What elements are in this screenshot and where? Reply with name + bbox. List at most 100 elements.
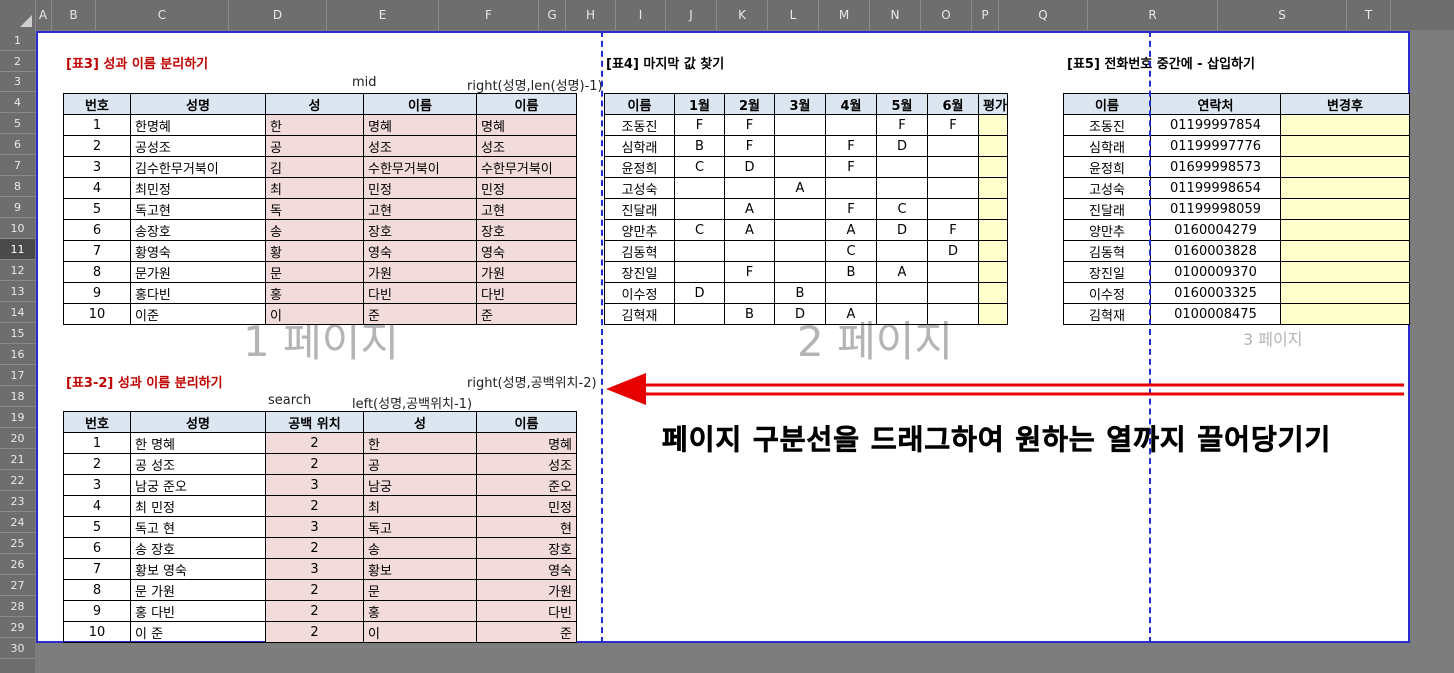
- row-header-28[interactable]: 28: [0, 596, 35, 617]
- row-header-3[interactable]: 3: [0, 72, 35, 92]
- table4-cell[interactable]: D: [927, 240, 979, 262]
- table3-cell[interactable]: 수한무거북이: [476, 156, 577, 178]
- table3-2-cell[interactable]: 3: [265, 474, 364, 496]
- table5-cell[interactable]: 01199997854: [1150, 114, 1281, 136]
- table4-cell[interactable]: [978, 303, 1008, 325]
- table3-cell[interactable]: 송: [265, 219, 364, 241]
- table3-cell[interactable]: 고현: [476, 198, 577, 220]
- table5-cell[interactable]: 김동혁: [1063, 240, 1151, 262]
- column-header-k[interactable]: K: [717, 0, 768, 30]
- row-header-16[interactable]: 16: [0, 344, 35, 365]
- column-header-e[interactable]: E: [327, 0, 439, 30]
- table5-cell[interactable]: [1280, 156, 1410, 178]
- row-header-27[interactable]: 27: [0, 575, 35, 596]
- table3-cell[interactable]: 성조: [476, 135, 577, 157]
- table4-cell[interactable]: [774, 219, 826, 241]
- table3-cell[interactable]: 수한무거북이: [363, 156, 477, 178]
- row-header-5[interactable]: 5: [0, 113, 35, 134]
- table3-2-cell[interactable]: 이: [363, 621, 477, 643]
- table3-2-cell[interactable]: 최 민정: [130, 495, 266, 517]
- table4-cell[interactable]: 김혁재: [604, 303, 675, 325]
- table4-header-cell[interactable]: 3월: [774, 93, 826, 115]
- table4-cell[interactable]: [674, 177, 725, 199]
- table3-cell[interactable]: 고현: [363, 198, 477, 220]
- select-all-corner[interactable]: [0, 0, 36, 30]
- table4-cell[interactable]: [927, 303, 979, 325]
- table5-cell[interactable]: 양만추: [1063, 219, 1151, 241]
- table3-cell[interactable]: 황영숙: [130, 240, 266, 262]
- table4-cell[interactable]: [927, 198, 979, 220]
- table3-cell[interactable]: 6: [63, 219, 131, 241]
- table3-2-cell[interactable]: 7: [63, 558, 131, 580]
- table3-cell[interactable]: 3: [63, 156, 131, 178]
- table3-2-cell[interactable]: 9: [63, 600, 131, 622]
- table5-cell[interactable]: 01199998654: [1150, 177, 1281, 199]
- page-break-line-2[interactable]: [1149, 31, 1151, 643]
- table4-header-cell[interactable]: 이름: [604, 93, 675, 115]
- table3-2-cell[interactable]: 2: [265, 432, 364, 454]
- table4-cell[interactable]: [978, 240, 1008, 262]
- table5-cell[interactable]: [1280, 261, 1410, 283]
- table4-cell[interactable]: [774, 240, 826, 262]
- table4-cell[interactable]: A: [825, 303, 877, 325]
- table3-2-cell[interactable]: 홍: [363, 600, 477, 622]
- table4-cell[interactable]: [774, 156, 826, 178]
- column-header-f[interactable]: F: [439, 0, 539, 30]
- table3-2-cell[interactable]: 1: [63, 432, 131, 454]
- table5-cell[interactable]: [1280, 303, 1410, 325]
- table3-2-cell[interactable]: 5: [63, 516, 131, 538]
- table3-header-cell[interactable]: 성명: [130, 93, 266, 115]
- table3-2-cell[interactable]: 공: [363, 453, 477, 475]
- table3-2-cell[interactable]: 다빈: [476, 600, 577, 622]
- table4-cell[interactable]: [674, 261, 725, 283]
- table3-2-cell[interactable]: 10: [63, 621, 131, 643]
- table3-2-cell[interactable]: 남궁: [363, 474, 477, 496]
- table3-2-cell[interactable]: 3: [265, 516, 364, 538]
- row-header-21[interactable]: 21: [0, 449, 35, 470]
- table5-cell[interactable]: [1280, 135, 1410, 157]
- table3-2-cell[interactable]: 준오: [476, 474, 577, 496]
- table4-cell[interactable]: [825, 282, 877, 304]
- table3-cell[interactable]: 준: [363, 303, 477, 325]
- row-header-18[interactable]: 18: [0, 386, 35, 407]
- table3-2-cell[interactable]: 독고 현: [130, 516, 266, 538]
- table4-cell[interactable]: A: [774, 177, 826, 199]
- table3-2-cell[interactable]: 2: [265, 537, 364, 559]
- table3-2-cell[interactable]: 8: [63, 579, 131, 601]
- column-header-g[interactable]: G: [539, 0, 566, 30]
- table4-cell[interactable]: [927, 135, 979, 157]
- table4-cell[interactable]: 진달래: [604, 198, 675, 220]
- table3-cell[interactable]: 한: [265, 114, 364, 136]
- row-header-7[interactable]: 7: [0, 155, 35, 176]
- table4-cell[interactable]: [876, 282, 928, 304]
- table4-cell[interactable]: [876, 240, 928, 262]
- row-header-2[interactable]: 2: [0, 51, 35, 72]
- row-header-17[interactable]: 17: [0, 365, 35, 386]
- table4-cell[interactable]: F: [825, 135, 877, 157]
- table3-2-cell[interactable]: 독고: [363, 516, 477, 538]
- table3-2-cell[interactable]: 2: [265, 621, 364, 643]
- table3-cell[interactable]: 가원: [363, 261, 477, 283]
- table4-cell[interactable]: [674, 303, 725, 325]
- table3-2-cell[interactable]: 이 준: [130, 621, 266, 643]
- table3-cell[interactable]: 민정: [363, 177, 477, 199]
- table4-cell[interactable]: C: [825, 240, 877, 262]
- table4-cell[interactable]: [774, 198, 826, 220]
- table5-cell[interactable]: 0160004279: [1150, 219, 1281, 241]
- table3-2-cell[interactable]: 문: [363, 579, 477, 601]
- table3-cell[interactable]: 공성조: [130, 135, 266, 157]
- table5-header-cell[interactable]: 이름: [1063, 93, 1151, 115]
- table4-cell[interactable]: A: [724, 198, 775, 220]
- table4-cell[interactable]: [724, 177, 775, 199]
- table3-2-cell[interactable]: 황보: [363, 558, 477, 580]
- table4-cell[interactable]: 심학래: [604, 135, 675, 157]
- row-header-1[interactable]: 1: [0, 31, 35, 51]
- column-header-t[interactable]: T: [1347, 0, 1391, 30]
- table3-cell[interactable]: 한명혜: [130, 114, 266, 136]
- row-header-6[interactable]: 6: [0, 134, 35, 155]
- table4-header-cell[interactable]: 1월: [674, 93, 725, 115]
- table3-cell[interactable]: 황: [265, 240, 364, 262]
- table4-cell[interactable]: F: [724, 135, 775, 157]
- table4-cell[interactable]: [876, 303, 928, 325]
- table5-cell[interactable]: [1280, 198, 1410, 220]
